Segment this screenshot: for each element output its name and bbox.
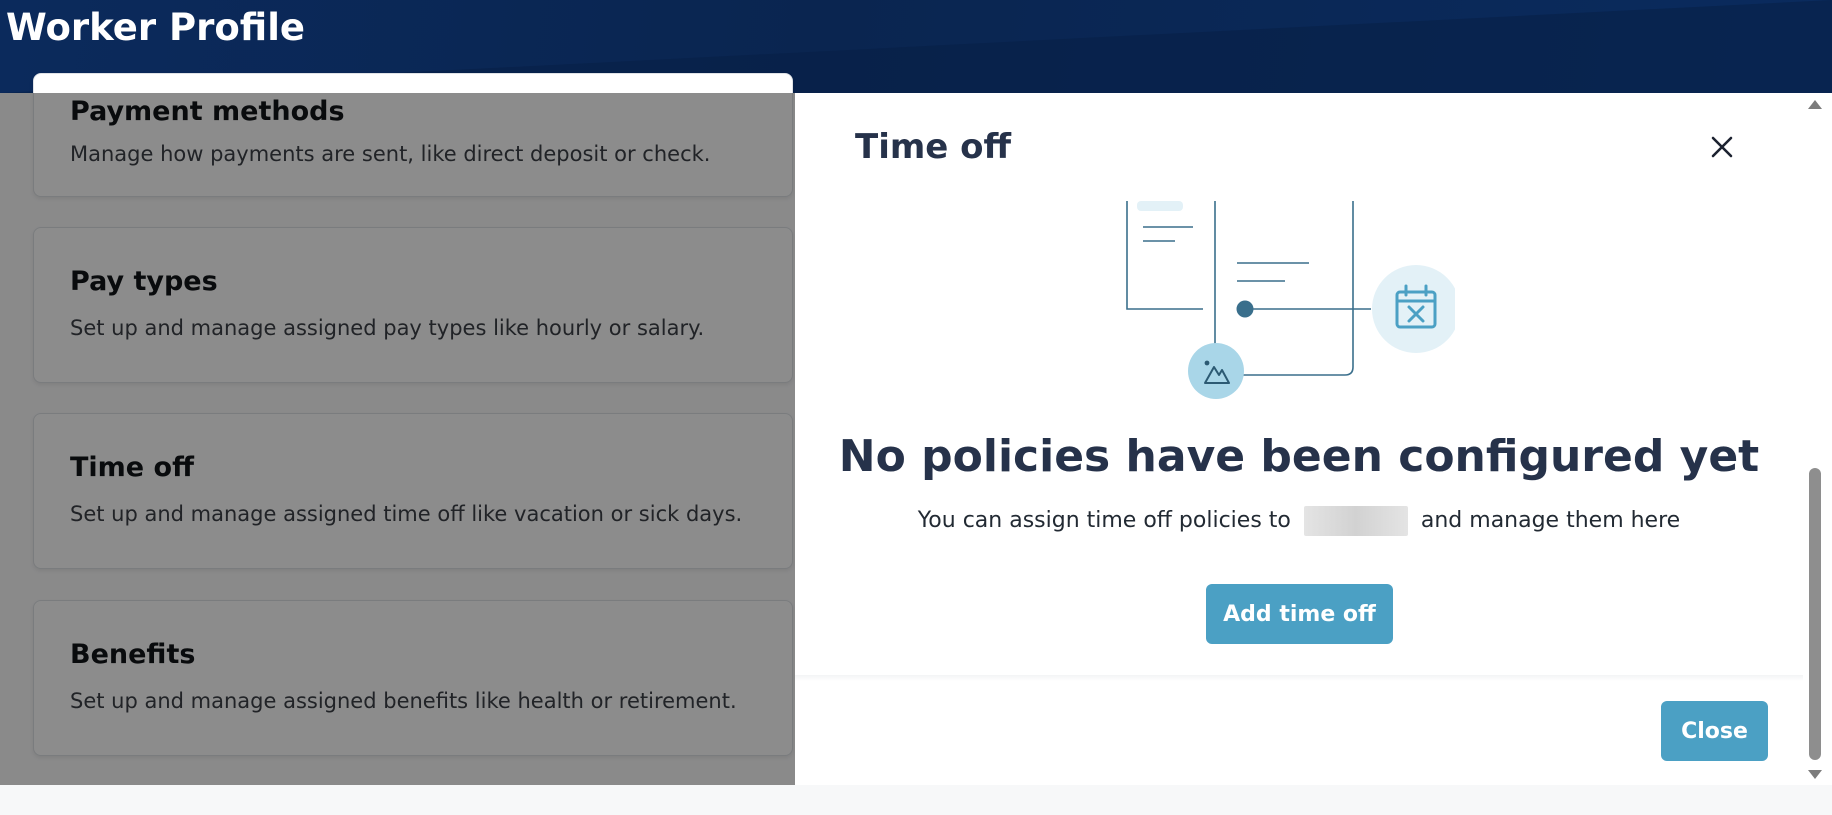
close-icon[interactable] [1706,131,1738,163]
modal-footer-divider [795,675,1803,681]
empty-state-description: You can assign time off policies to and … [795,506,1803,536]
empty-state-heading: No policies have been configured yet [838,431,1760,482]
modal-title: Time off [855,127,1012,167]
scroll-up-arrow-icon[interactable] [1808,100,1822,109]
scrollbar-thumb[interactable] [1809,468,1821,760]
time-off-modal: Time off No policies have been configure… [795,93,1803,785]
scroll-down-arrow-icon[interactable] [1808,770,1822,779]
add-time-off-button[interactable]: Add time off [1206,584,1393,644]
empty-state-description-end: and manage them here [1420,508,1681,533]
redacted-worker-name [1303,506,1408,536]
empty-state-illustration [1126,201,1455,399]
page-title: Worker Profile [6,6,305,49]
close-button[interactable]: Close [1661,701,1768,761]
empty-state-description-start: You can assign time off policies to [917,508,1291,533]
